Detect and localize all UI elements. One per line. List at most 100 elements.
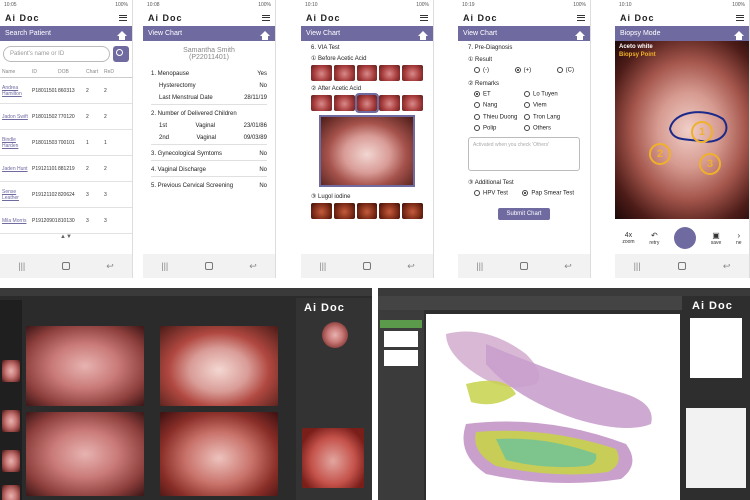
cell-name[interactable]: Bindle Harden [2, 137, 32, 149]
thumbnail[interactable] [402, 203, 423, 219]
table-row[interactable]: Jaden Hunt P19121101 881219 2 2 [0, 156, 132, 182]
thumbnail[interactable] [379, 203, 401, 219]
home-icon[interactable] [260, 31, 270, 40]
back-icon[interactable]: ↩ [106, 261, 114, 272]
chart-row-label: Hysterectomy [159, 83, 196, 89]
thumbnail[interactable] [2, 450, 20, 472]
remark-option[interactable]: Tron Lang [524, 113, 574, 120]
back-icon[interactable]: ↩ [407, 261, 415, 272]
thumbnail[interactable] [2, 360, 20, 382]
image-panel[interactable] [26, 326, 144, 406]
home-icon[interactable] [734, 31, 744, 40]
table-row[interactable]: Sense Leather P19121102 820624 3 3 [0, 182, 132, 208]
table-row[interactable]: Bindle Harden P18011503 700101 1 1 [0, 130, 132, 156]
hpv-test-option[interactable]: HPV Test [474, 189, 508, 196]
table-row[interactable]: Mila Morris P19120901 810130 3 3 [0, 208, 132, 234]
back-icon[interactable]: ↩ [249, 261, 257, 272]
thumbnail-selected[interactable] [354, 93, 380, 113]
thumbnail[interactable] [2, 410, 20, 432]
cell-dob: 700101 [58, 139, 75, 146]
retry-button[interactable]: ↶ retry [649, 231, 659, 246]
result-c[interactable]: (C) [556, 67, 574, 74]
search-input[interactable]: Patient's name or ID [3, 46, 110, 62]
result-positive[interactable]: (+) [514, 67, 531, 74]
thumbnail[interactable] [402, 95, 423, 111]
scroll-arrows-icon[interactable]: ▲▼ [0, 234, 132, 240]
thumbnail[interactable] [311, 203, 332, 219]
home-nav-icon[interactable] [204, 262, 213, 270]
menu-icon[interactable] [420, 15, 428, 21]
home-icon[interactable] [117, 31, 127, 40]
remark-label: Nang [483, 102, 498, 109]
biopsy-point-marker[interactable]: 2 [649, 143, 671, 165]
remark-option[interactable]: ET [474, 90, 524, 97]
preview-image[interactable] [322, 322, 348, 348]
home-nav-icon[interactable] [677, 262, 686, 270]
thumbnail[interactable] [311, 95, 332, 111]
biopsy-point-marker[interactable]: 3 [699, 153, 721, 175]
pap-smear-option[interactable]: Pap Smear Test [522, 189, 574, 196]
cell-red: 2 [104, 113, 107, 120]
home-icon[interactable] [418, 31, 428, 40]
home-nav-icon[interactable] [519, 262, 528, 270]
back-icon[interactable]: ↩ [723, 261, 731, 272]
cell-dob: 820624 [58, 191, 75, 198]
result-negative[interactable]: (-) [474, 67, 489, 74]
app-bar: Ai Doc [0, 10, 132, 26]
remark-option[interactable]: Others [524, 125, 574, 132]
menu-icon[interactable] [262, 15, 270, 21]
thumbnail[interactable] [379, 95, 401, 111]
cell-name[interactable]: Jadon Swift [2, 114, 32, 120]
recent-apps-icon[interactable]: ||| [476, 261, 483, 271]
back-icon[interactable]: ↩ [564, 261, 572, 272]
lugol-preview[interactable] [302, 428, 364, 488]
others-textarea[interactable]: Activated when you check 'Others' [468, 136, 580, 171]
shutter-button[interactable] [674, 227, 697, 249]
recent-apps-icon[interactable]: ||| [161, 261, 168, 271]
biopsy-point-marker[interactable]: 1 [691, 121, 713, 143]
cell-name[interactable]: Sense Leather [2, 189, 32, 201]
recent-apps-icon[interactable]: ||| [18, 261, 25, 271]
remark-option[interactable]: Nang [474, 102, 524, 109]
camera-view[interactable]: Aceto white Biopsy Point 1 2 3 [615, 41, 749, 219]
thumbnail[interactable] [333, 203, 355, 219]
recent-apps-icon[interactable]: ||| [319, 261, 326, 271]
thumbnail[interactable] [356, 65, 378, 81]
search-button[interactable] [113, 46, 129, 62]
recent-apps-icon[interactable]: ||| [634, 261, 641, 271]
save-button[interactable]: ▣ save [711, 231, 722, 246]
remark-option[interactable]: Lo Tuyen [524, 90, 574, 97]
image-panel[interactable] [26, 412, 144, 496]
thumbnail[interactable] [311, 65, 332, 81]
thumbnail[interactable] [379, 65, 401, 81]
phone-biopsy-mode: 10:10 100% Ai Doc Biopsy Mode Aceto white… [615, 0, 750, 278]
zoom-control[interactable]: 4x zoom [622, 232, 634, 245]
cell-name[interactable]: Andrea Hamilton [2, 85, 32, 97]
thumbnail[interactable] [2, 485, 20, 500]
menu-icon[interactable] [577, 15, 585, 21]
cell-name[interactable]: Mila Morris [2, 218, 32, 224]
slide-thumbnail[interactable] [384, 331, 418, 347]
remark-option[interactable]: Viem [524, 102, 574, 109]
remark-option[interactable]: Polip [474, 125, 524, 132]
overview-minimap[interactable] [690, 318, 742, 378]
menu-icon[interactable] [736, 15, 744, 21]
menu-icon[interactable] [119, 15, 127, 21]
image-panel[interactable] [160, 326, 278, 406]
table-row[interactable]: Andrea Hamilton P18011501 860313 2 2 [0, 78, 132, 104]
slide-thumbnail[interactable] [384, 350, 418, 366]
home-nav-icon[interactable] [362, 262, 371, 270]
home-nav-icon[interactable] [61, 262, 70, 270]
thumbnail[interactable] [402, 65, 423, 81]
cell-name[interactable]: Jaden Hunt [2, 166, 32, 172]
table-row[interactable]: Jadon Swift P18011502 770120 2 2 [0, 104, 132, 130]
thumbnail[interactable] [356, 203, 378, 219]
slide-canvas[interactable] [426, 314, 680, 500]
thumbnail[interactable] [333, 95, 355, 111]
submit-chart-button[interactable]: Submit Chart [498, 208, 550, 221]
home-icon[interactable] [575, 31, 585, 40]
thumbnail[interactable] [333, 65, 355, 81]
remark-option[interactable]: Thieu Duong [474, 113, 524, 120]
image-panel[interactable] [160, 412, 278, 496]
next-button[interactable]: › ne [736, 231, 742, 246]
